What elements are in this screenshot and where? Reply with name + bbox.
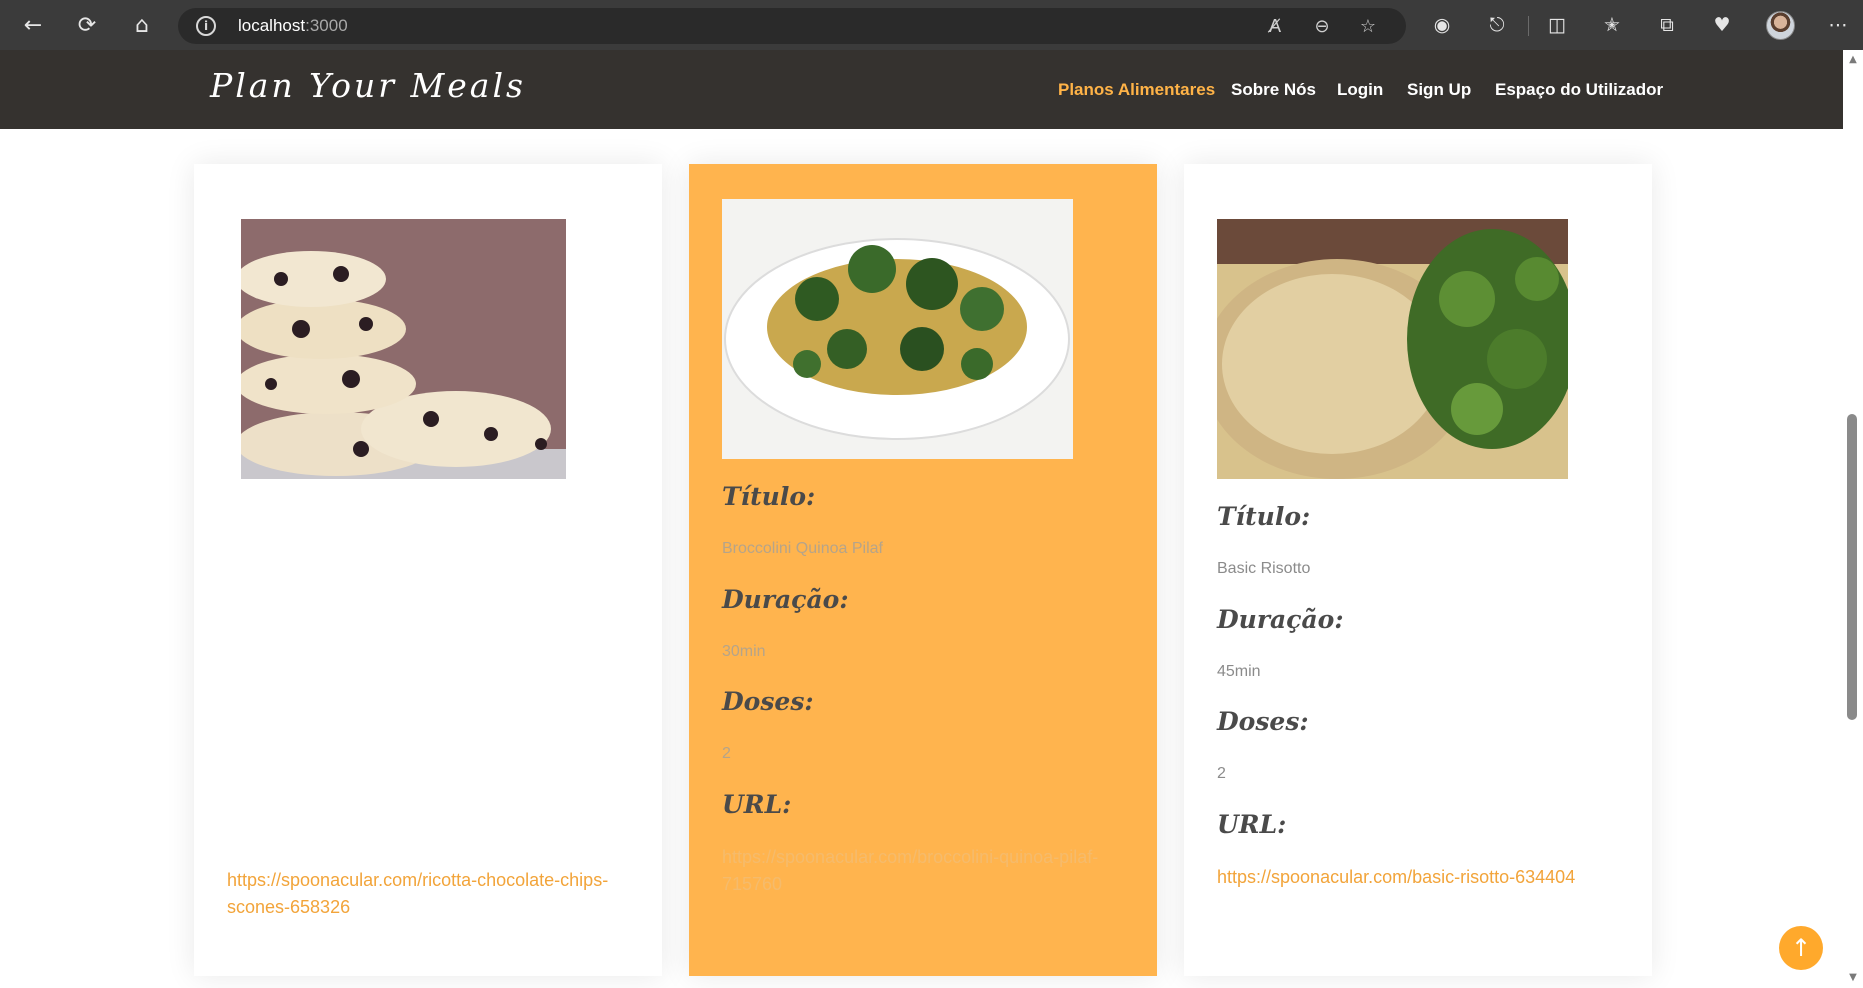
recipe-duration: 45min [1217, 663, 1261, 680]
refresh-icon[interactable]: ⟳ [73, 11, 101, 39]
home-icon[interactable]: ⌂ [128, 11, 156, 39]
nav-sobre-nos[interactable]: Sobre Nós [1231, 80, 1316, 100]
title-label: Título: [1217, 502, 1311, 531]
recipe-duration: 30min [722, 643, 766, 660]
url-port: :3000 [305, 16, 348, 35]
meal-plan-section: https://spoonacular.com/ricotta-chocolat… [0, 129, 1843, 988]
quinoa-image [722, 199, 1073, 459]
favorite-star-icon[interactable]: ☆ [1356, 14, 1380, 38]
nav-espaco-utilizador[interactable]: Espaço do Utilizador [1495, 80, 1663, 100]
doses-label: Doses: [722, 687, 814, 716]
recipe-url-line1: https://spoonacular.com/broccolini-quino… [722, 847, 1099, 867]
recipe-title: Basic Risotto [1217, 560, 1311, 577]
url-label: URL: [1217, 810, 1287, 839]
recipe-card: https://spoonacular.com/ricotta-chocolat… [194, 164, 662, 976]
extension-eyes-icon[interactable]: ◉ [1428, 11, 1456, 39]
nav-planos-alimentares[interactable]: Planos Alimentares [1058, 80, 1215, 100]
risotto-image [1217, 219, 1568, 479]
back-arrow-icon[interactable]: ← [19, 11, 47, 39]
recipe-doses: 2 [1217, 765, 1226, 782]
site-info-icon[interactable]: i [196, 16, 216, 36]
scones-image [241, 219, 566, 479]
recipe-photo-risotto [1217, 219, 1568, 479]
recipe-url-line1: https://spoonacular.com/basic-risotto-63… [1217, 867, 1576, 887]
recipe-url-line1: https://spoonacular.com/ricotta-chocolat… [227, 870, 609, 890]
nav-login[interactable]: Login [1337, 80, 1383, 100]
read-aloud-icon[interactable]: A̸ [1263, 14, 1287, 38]
split-screen-icon[interactable]: ◫ [1543, 11, 1571, 39]
zoom-out-icon[interactable]: ⊖ [1310, 14, 1334, 38]
doses-label: Doses: [1217, 707, 1309, 736]
scrollbar-thumb[interactable] [1847, 414, 1857, 720]
title-label: Título: [722, 482, 816, 511]
url-label: URL: [722, 790, 792, 819]
recipe-url-link[interactable]: https://spoonacular.com/basic-risotto-63… [1217, 864, 1575, 891]
back-to-top-button[interactable]: ↑ [1779, 926, 1823, 970]
recipe-url-line2: scones-658326 [227, 897, 351, 917]
scroll-up-arrow-icon[interactable]: ▲ [1846, 52, 1860, 66]
scroll-down-arrow-icon[interactable]: ▼ [1846, 970, 1860, 984]
duration-label: Duração: [1217, 605, 1344, 634]
recipe-url-link[interactable]: https://spoonacular.com/broccolini-quino… [722, 844, 1098, 898]
toolbar-divider [1528, 16, 1529, 36]
more-options-icon[interactable]: ⋯ [1824, 11, 1852, 39]
recipe-card-featured: Título: Broccolini Quinoa Pilaf Duração:… [689, 164, 1157, 976]
nav-sign-up[interactable]: Sign Up [1407, 80, 1471, 100]
recipe-photo-scones [241, 219, 566, 479]
recipe-photo-quinoa [722, 199, 1073, 459]
profile-avatar[interactable] [1766, 11, 1795, 40]
favorites-icon[interactable]: ✭ [1598, 11, 1626, 39]
recipe-doses: 2 [722, 745, 731, 762]
browser-toolbar: ← ⟳ ⌂ i localhost:3000 A̸ ⊖ ☆ ◉ ⎋ ◫ ✭ ⧉ … [0, 0, 1863, 50]
recipe-title: Broccolini Quinoa Pilaf [722, 540, 883, 557]
recipe-url-line2: 715760 [722, 874, 783, 894]
extensions-puzzle-icon[interactable]: ⎋ [1483, 11, 1511, 39]
site-logo[interactable]: Plan Your Meals [210, 66, 526, 105]
address-bar[interactable]: i localhost:3000 A̸ ⊖ ☆ [178, 8, 1406, 44]
duration-label: Duração: [722, 585, 849, 614]
arrow-up-icon: ↑ [1790, 934, 1812, 962]
browser-essentials-icon[interactable]: ♥ [1708, 11, 1736, 39]
address-url[interactable]: localhost:3000 [238, 16, 348, 36]
recipe-url-link[interactable]: https://spoonacular.com/ricotta-chocolat… [227, 867, 608, 921]
site-header: Plan Your Meals Planos Alimentares Sobre… [0, 50, 1843, 129]
collections-icon[interactable]: ⧉ [1653, 11, 1681, 39]
recipe-card: Título: Basic Risotto Duração: 45min Dos… [1184, 164, 1652, 976]
url-host: localhost [238, 16, 306, 35]
